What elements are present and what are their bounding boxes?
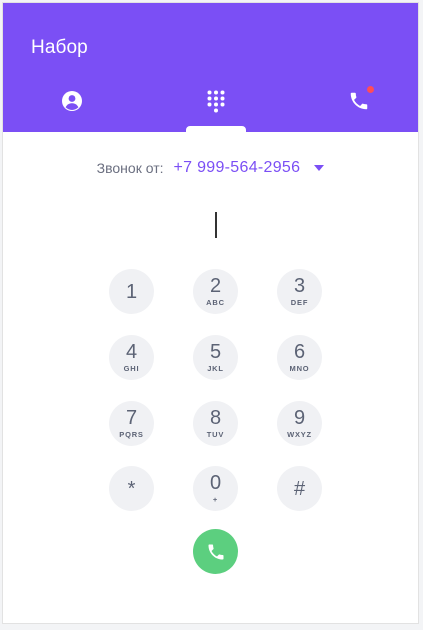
key-letters: DEF [290,298,309,307]
key-letters: JKL [207,364,224,373]
key-digit: # [293,477,306,500]
key-digit: 7 [125,407,138,429]
active-tab-indicator [186,126,246,134]
key-letters: WXYZ [287,430,312,439]
key-digit: 8 [209,407,222,429]
key-7[interactable]: 7 PQRS [109,401,154,446]
key-letters: + [212,495,219,504]
caller-id-select[interactable]: +7 999-564-2956 [174,159,325,177]
key-digit: 0 [209,472,222,494]
key-letters: MNO [289,364,310,373]
key-letters: TUV [206,430,225,439]
call-button[interactable] [193,529,238,574]
tab-dialpad[interactable] [196,83,236,119]
text-cursor [215,212,217,238]
header: Набор [3,3,418,134]
person-circle-icon [62,91,82,111]
chevron-down-icon [314,165,325,171]
key-5[interactable]: 5 JKL [193,335,238,380]
key-digit: 9 [293,407,306,429]
key-6[interactable]: 6 MNO [277,335,322,380]
key-letters: PQRS [119,430,144,439]
page-title: Набор [31,37,88,58]
key-digit: 5 [209,341,222,363]
caller-id-number: +7 999-564-2956 [173,159,301,176]
key-digit: 1 [125,280,138,303]
dialpad-icon [207,90,225,113]
key-hash[interactable]: # [277,466,322,511]
caller-id-label: Звонок от: [96,160,164,176]
tab-contacts[interactable] [52,83,92,119]
caller-id-row: Звонок от: +7 999-564-2956 [3,159,418,177]
key-letters: GHI [123,364,140,373]
key-9[interactable]: 9 WXYZ [277,401,322,446]
tab-calls[interactable] [339,83,379,119]
key-3[interactable]: 3 DEF [277,269,322,314]
dialer-panel: Набор Звонок от: +7 999-564-2956 1 2 ABC… [2,2,419,624]
notification-dot [367,86,374,93]
key-4[interactable]: 4 GHI [109,335,154,380]
phone-icon [350,92,368,110]
key-digit: 2 [209,275,222,297]
key-letters: ABC [206,298,225,307]
key-0[interactable]: 0 + [193,466,238,511]
key-1[interactable]: 1 [109,269,154,314]
key-digit: 4 [125,341,138,363]
key-star[interactable]: * [109,466,154,511]
key-digit: 6 [293,341,306,363]
key-8[interactable]: 8 TUV [193,401,238,446]
key-digit: * [127,477,136,500]
phone-icon [208,544,223,559]
key-digit: 3 [293,275,306,297]
key-2[interactable]: 2 ABC [193,269,238,314]
